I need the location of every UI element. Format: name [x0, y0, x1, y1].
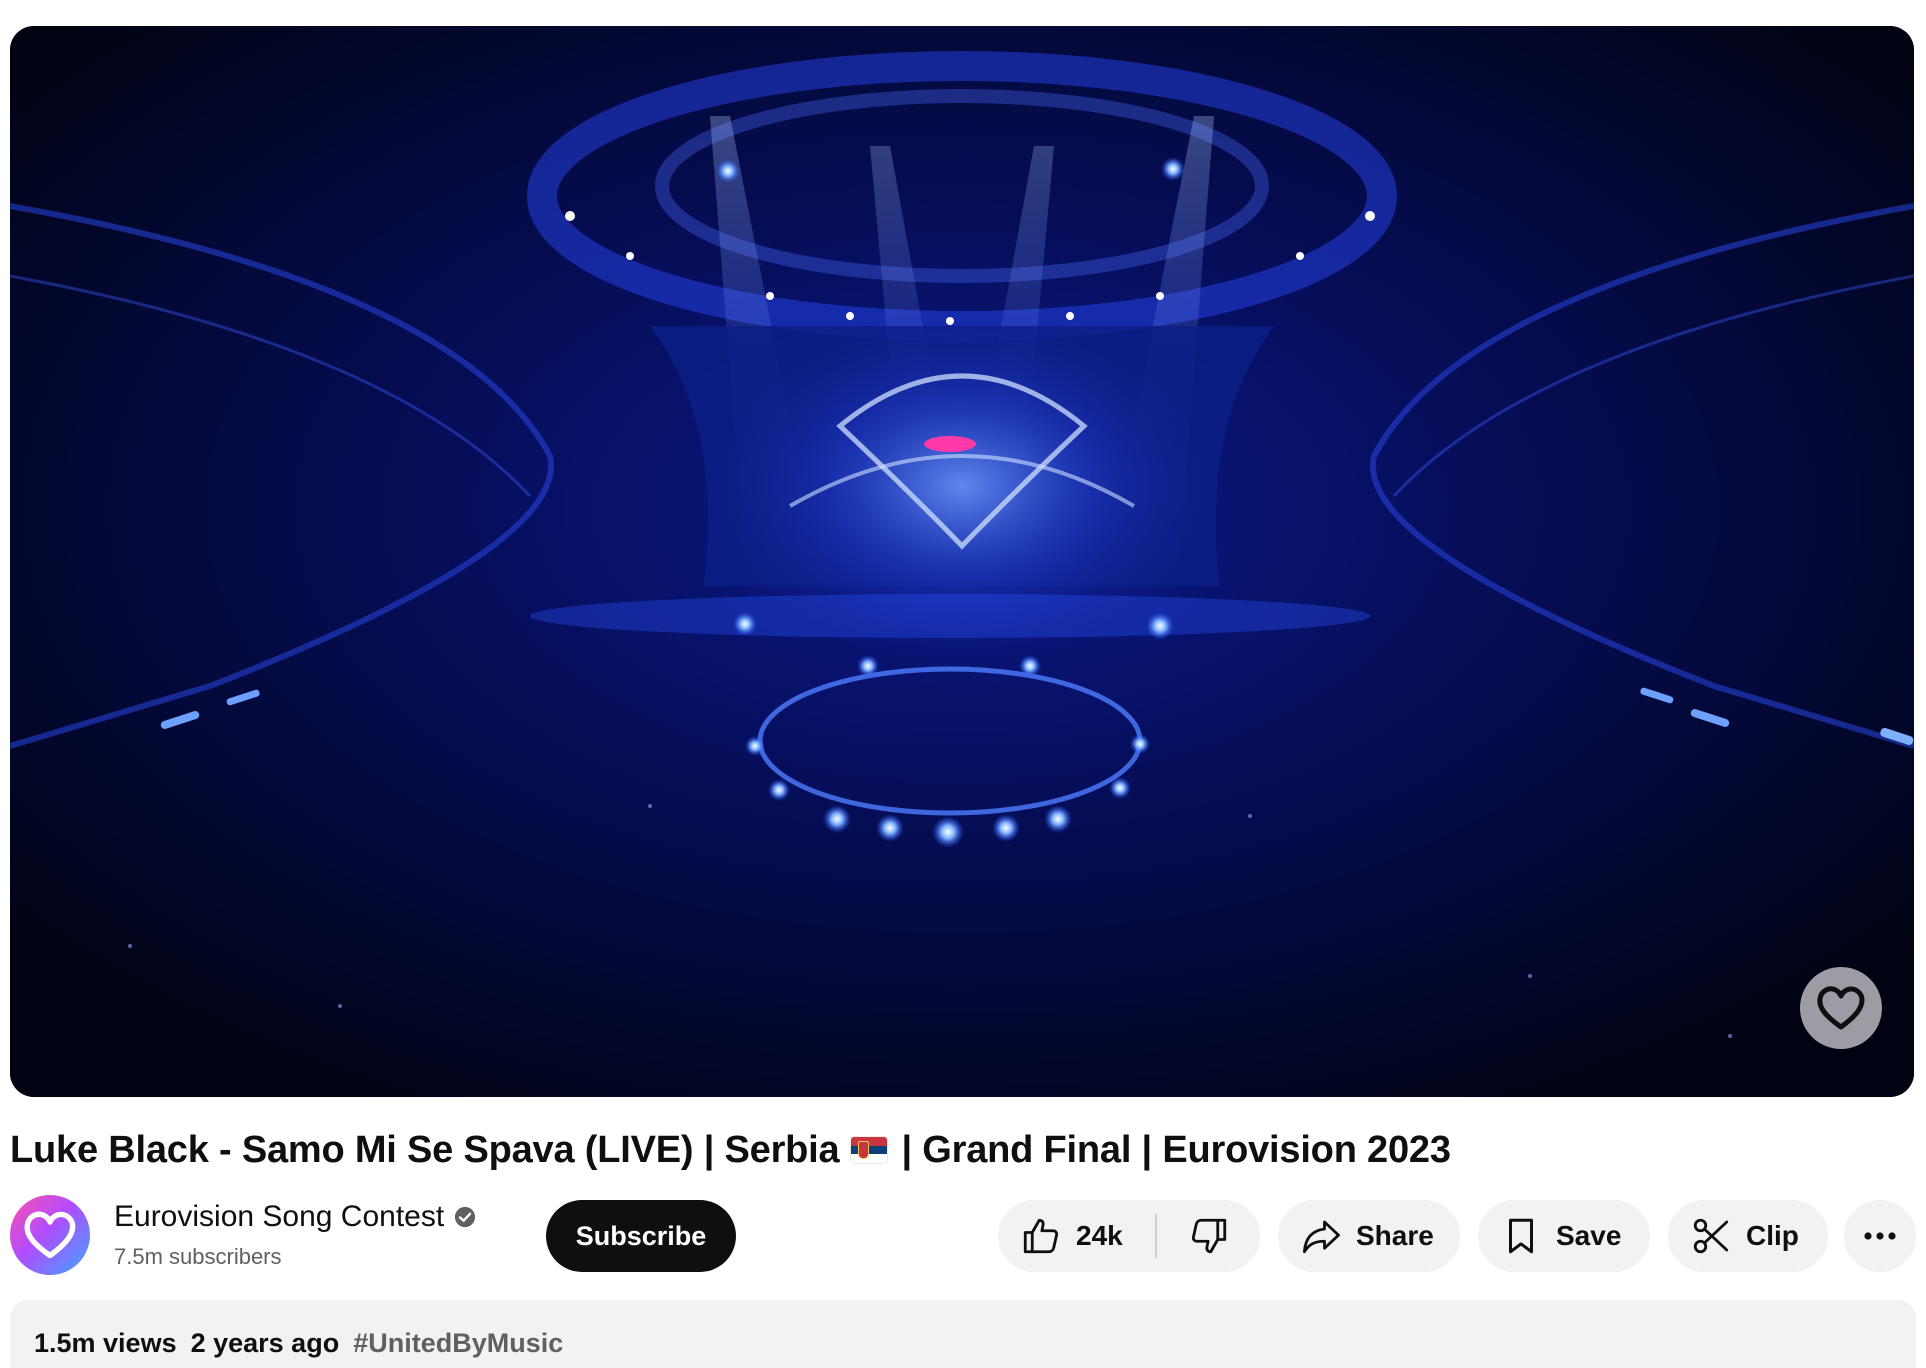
serbia-flag-icon — [851, 1137, 888, 1163]
description-box[interactable]: 1.5m views 2 years ago #UnitedByMusic — [10, 1300, 1916, 1368]
channel-avatar[interactable] — [10, 1195, 90, 1275]
like-divider — [1155, 1214, 1157, 1258]
save-button[interactable]: Save — [1478, 1200, 1650, 1272]
video-meta: 1.5m views 2 years ago #UnitedByMusic — [34, 1328, 563, 1359]
share-label: Share — [1356, 1220, 1434, 1251]
share-arrow-icon — [1302, 1220, 1340, 1254]
view-count: 1.5m views — [34, 1328, 177, 1358]
youtube-watch-page: Luke Black - Samo Mi Se Spava (LIVE) | S… — [0, 0, 1926, 1368]
video-title-text-part1: Luke Black - Samo Mi Se Spava (LIVE) | S… — [10, 1129, 840, 1171]
channel-name[interactable]: Eurovision Song Contest — [114, 1200, 476, 1234]
clip-button[interactable]: Clip — [1668, 1200, 1828, 1272]
share-button[interactable]: Share — [1278, 1200, 1460, 1272]
subscribe-button[interactable]: Subscribe — [546, 1200, 736, 1272]
more-dots-icon — [1864, 1232, 1896, 1240]
save-label: Save — [1556, 1220, 1622, 1251]
video-title-text-part2: | Grand Final | Eurovision 2023 — [901, 1129, 1451, 1171]
thumbs-down-icon — [1191, 1218, 1227, 1254]
thumbs-up-icon — [1023, 1218, 1059, 1254]
video-player[interactable] — [10, 26, 1914, 1097]
verified-check-icon — [455, 1206, 476, 1228]
dislike-button[interactable] — [1158, 1200, 1260, 1272]
video-title: Luke Black - Samo Mi Se Spava (LIVE) | S… — [10, 1120, 1451, 1180]
eurovision-heart-icon — [1800, 967, 1882, 1049]
like-count: 24k — [1076, 1220, 1123, 1251]
clip-label: Clip — [1746, 1220, 1799, 1251]
channel-name-text[interactable]: Eurovision Song Contest — [114, 1200, 444, 1234]
bookmark-icon — [1509, 1218, 1533, 1254]
eurovision-heart-icon — [24, 1211, 76, 1259]
upload-age: 2 years ago — [190, 1328, 340, 1358]
video-frame-stage — [10, 26, 1914, 1097]
like-button[interactable]: 24k — [998, 1200, 1123, 1272]
like-dislike-group: 24k — [998, 1200, 1260, 1272]
scissors-icon — [1693, 1218, 1729, 1254]
channel-row: Eurovision Song Contest 7.5m subscribers… — [10, 1192, 1916, 1276]
hashtag-link[interactable]: #UnitedByMusic — [353, 1328, 563, 1358]
more-actions-button[interactable] — [1844, 1200, 1916, 1272]
subscriber-count: 7.5m subscribers — [114, 1244, 282, 1269]
